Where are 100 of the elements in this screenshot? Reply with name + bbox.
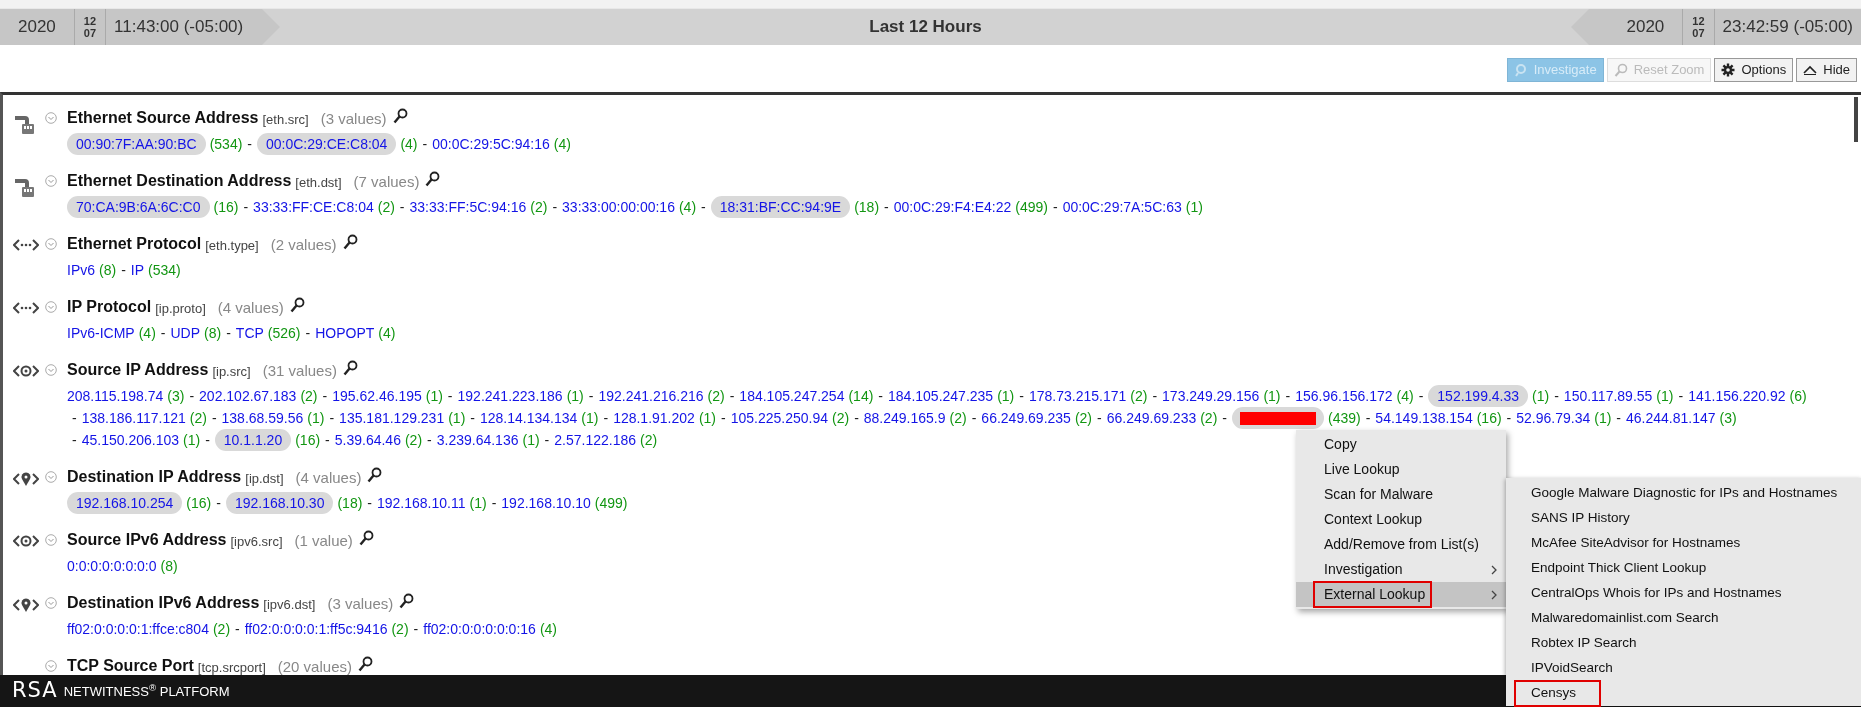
meta-value-link[interactable]: 152.199.4.33 xyxy=(1428,385,1529,407)
meta-value-link[interactable]: 46.244.81.147 xyxy=(1626,407,1716,429)
meta-value-link[interactable]: 00:0C:29:7A:5C:63 xyxy=(1062,196,1182,218)
meta-value-link[interactable]: 10.1.1.20 xyxy=(214,429,292,451)
meta-value-link[interactable]: 138.186.117.121 xyxy=(81,407,186,429)
meta-value-link[interactable]: TCP xyxy=(235,322,264,344)
search-icon xyxy=(392,108,408,124)
toolbar-button[interactable]: Options xyxy=(1714,58,1794,82)
meta-value-link[interactable]: 45.150.206.103 xyxy=(81,429,179,451)
meta-value-link[interactable]: IPv6-ICMP xyxy=(67,322,135,344)
menu-item[interactable]: Google Malware Diagnostic for IPs and Hostnames xyxy=(1506,481,1861,506)
separator: - xyxy=(413,620,419,639)
meta-value-link[interactable]: 150.117.89.55 xyxy=(1563,385,1653,407)
meta-value-link[interactable]: 00:0C:29:5C:94:16 xyxy=(432,133,550,155)
menu-item[interactable]: Censys xyxy=(1506,681,1861,706)
meta-value-link[interactable]: ff02:0:0:0:0:1:ffce:c804 xyxy=(67,618,209,640)
value-count: (18) xyxy=(854,198,880,217)
menu-item[interactable]: Endpoint Thick Client Lookup xyxy=(1506,556,1861,581)
collapse-chevron-icon[interactable] xyxy=(45,112,57,124)
meta-value-link[interactable]: 0:0:0:0:0:0:0:0 xyxy=(67,555,157,577)
collapse-chevron-icon[interactable] xyxy=(45,238,57,250)
menu-item[interactable]: Live Lookup xyxy=(1296,457,1506,482)
collapse-chevron-icon[interactable] xyxy=(45,660,57,672)
meta-value-link[interactable]: 18:31:BF:CC:94:9E xyxy=(710,196,851,218)
chevron-right-icon xyxy=(1491,564,1498,575)
meta-key-title: Destination IP Address xyxy=(67,467,242,487)
meta-value-link[interactable]: 88.249.165.9 xyxy=(863,407,946,429)
menu-item[interactable]: Copy xyxy=(1296,432,1506,457)
meta-value-link[interactable]: 128.1.91.202 xyxy=(613,407,695,429)
meta-value-link[interactable]: 156.96.156.172 xyxy=(1295,385,1393,407)
meta-value-link[interactable]: 192.241.216.216 xyxy=(598,385,704,407)
collapse-chevron-icon[interactable] xyxy=(45,534,57,546)
menu-item[interactable]: CentralOps Whois for IPs and Hostnames xyxy=(1506,581,1861,606)
meta-value-link[interactable]: 105.225.250.94 xyxy=(730,407,828,429)
meta-value-link[interactable]: 66.249.69.233 xyxy=(1106,407,1197,429)
collapse-chevron-icon[interactable] xyxy=(45,471,57,483)
meta-value-link[interactable]: IPv6 xyxy=(67,259,95,281)
collapse-chevron-icon[interactable] xyxy=(45,301,57,313)
meta-value-link[interactable]: 178.73.215.171 xyxy=(1028,385,1127,407)
search-icon xyxy=(342,360,358,376)
search-icon xyxy=(357,656,373,672)
meta-value-link[interactable]: 192.168.10.30 xyxy=(225,492,334,514)
meta-value-link[interactable]: 00:90:7F:AA:90:BC xyxy=(67,133,206,155)
value-count: (1) xyxy=(1594,409,1612,428)
value-count: (2) xyxy=(404,431,423,450)
meta-value-link[interactable]: 208.115.198.74 xyxy=(67,385,164,407)
value-count: (6) xyxy=(1789,387,1807,406)
menu-item[interactable]: Add/Remove from List(s) xyxy=(1296,532,1506,557)
meta-value-link[interactable]: HOPOPT xyxy=(315,322,375,344)
meta-value-link[interactable]: 135.181.129.231 xyxy=(339,407,445,429)
meta-value-link[interactable]: 192.168.10.10 xyxy=(501,492,591,514)
meta-value-link[interactable]: ff02:0:0:0:0:0:0:16 xyxy=(423,618,536,640)
meta-value-link[interactable]: ff02:0:0:0:0:1:ff5c:9416 xyxy=(244,618,388,640)
menu-item[interactable]: Context Lookup xyxy=(1296,507,1506,532)
value-count: (2) xyxy=(1200,409,1218,428)
meta-value-link[interactable]: 192.168.10.11 xyxy=(377,492,466,514)
meta-key-title: Ethernet Protocol xyxy=(67,234,202,254)
menu-item[interactable]: Robtex IP Search xyxy=(1506,631,1861,656)
search-icon xyxy=(399,593,415,609)
meta-value-link[interactable]: 5.39.64.46 xyxy=(334,429,401,451)
menu-item[interactable]: Scan for Malware xyxy=(1296,482,1506,507)
meta-value-link[interactable]: 33:33:FF:5C:94:16 xyxy=(409,196,527,218)
meta-value-link[interactable]: 138.68.59.56 xyxy=(221,407,304,429)
meta-value-link[interactable]: 33:33:FF:CE:C8:04 xyxy=(253,196,374,218)
meta-value-link[interactable]: 128.14.134.134 xyxy=(480,407,578,429)
collapse-chevron-icon[interactable] xyxy=(45,364,57,376)
meta-value-link[interactable]: 70:CA:9B:6A:6C:C0 xyxy=(67,196,210,218)
meta-value-link[interactable]: 00:0C:29:CE:C8:04 xyxy=(257,133,397,155)
time-range-label: Last 12 Hours xyxy=(868,16,983,39)
menu-item[interactable]: Malwaredomainlist.com Search xyxy=(1506,606,1861,631)
collapse-chevron-icon[interactable] xyxy=(45,597,57,609)
meta-value-link[interactable]: 184.105.247.254 xyxy=(739,385,845,407)
toolbar-button[interactable]: Hide xyxy=(1796,58,1857,82)
value-pill[interactable] xyxy=(1232,407,1324,429)
meta-value-link[interactable]: 52.96.79.34 xyxy=(1516,407,1591,429)
meta-value-link[interactable]: 173.249.29.156 xyxy=(1162,385,1260,407)
meta-value-link[interactable]: 192.168.10.254 xyxy=(67,492,183,514)
meta-value-link[interactable]: 33:33:00:00:00:16 xyxy=(562,196,675,218)
meta-value-link[interactable]: 54.149.138.154 xyxy=(1375,407,1473,429)
meta-value-link[interactable]: 3.239.64.136 xyxy=(436,429,519,451)
meta-value-link[interactable]: 192.241.223.186 xyxy=(457,385,563,407)
menu-item[interactable]: McAfee SiteAdvisor for Hostnames xyxy=(1506,531,1861,556)
meta-value-link[interactable]: 202.102.67.183 xyxy=(199,385,297,407)
meta-value-link[interactable]: 00:0C:29:F4:E4:22 xyxy=(893,196,1012,218)
meta-value-link[interactable]: 184.105.247.235 xyxy=(888,385,994,407)
meta-value-link[interactable]: IP xyxy=(130,259,145,281)
meta-value-link[interactable]: 2.57.122.186 xyxy=(554,429,637,451)
value-count: (2) xyxy=(189,409,207,428)
value-count: (8) xyxy=(204,324,222,343)
collapse-chevron-icon[interactable] xyxy=(45,175,57,187)
meta-value-link[interactable]: UDP xyxy=(170,322,201,344)
separator: - xyxy=(447,387,453,406)
meta-value-link[interactable]: 195.62.46.195 xyxy=(332,385,422,407)
meta-value-link[interactable]: 66.249.69.235 xyxy=(981,407,1071,429)
search-icon xyxy=(1613,63,1628,77)
meta-value-link[interactable]: 141.156.220.92 xyxy=(1688,385,1786,407)
menu-item[interactable]: IPVoidSearch xyxy=(1506,656,1861,681)
menu-item[interactable]: Investigation xyxy=(1296,557,1506,582)
menu-item[interactable]: SANS IP History xyxy=(1506,506,1861,531)
menu-item[interactable]: External Lookup xyxy=(1296,582,1506,607)
